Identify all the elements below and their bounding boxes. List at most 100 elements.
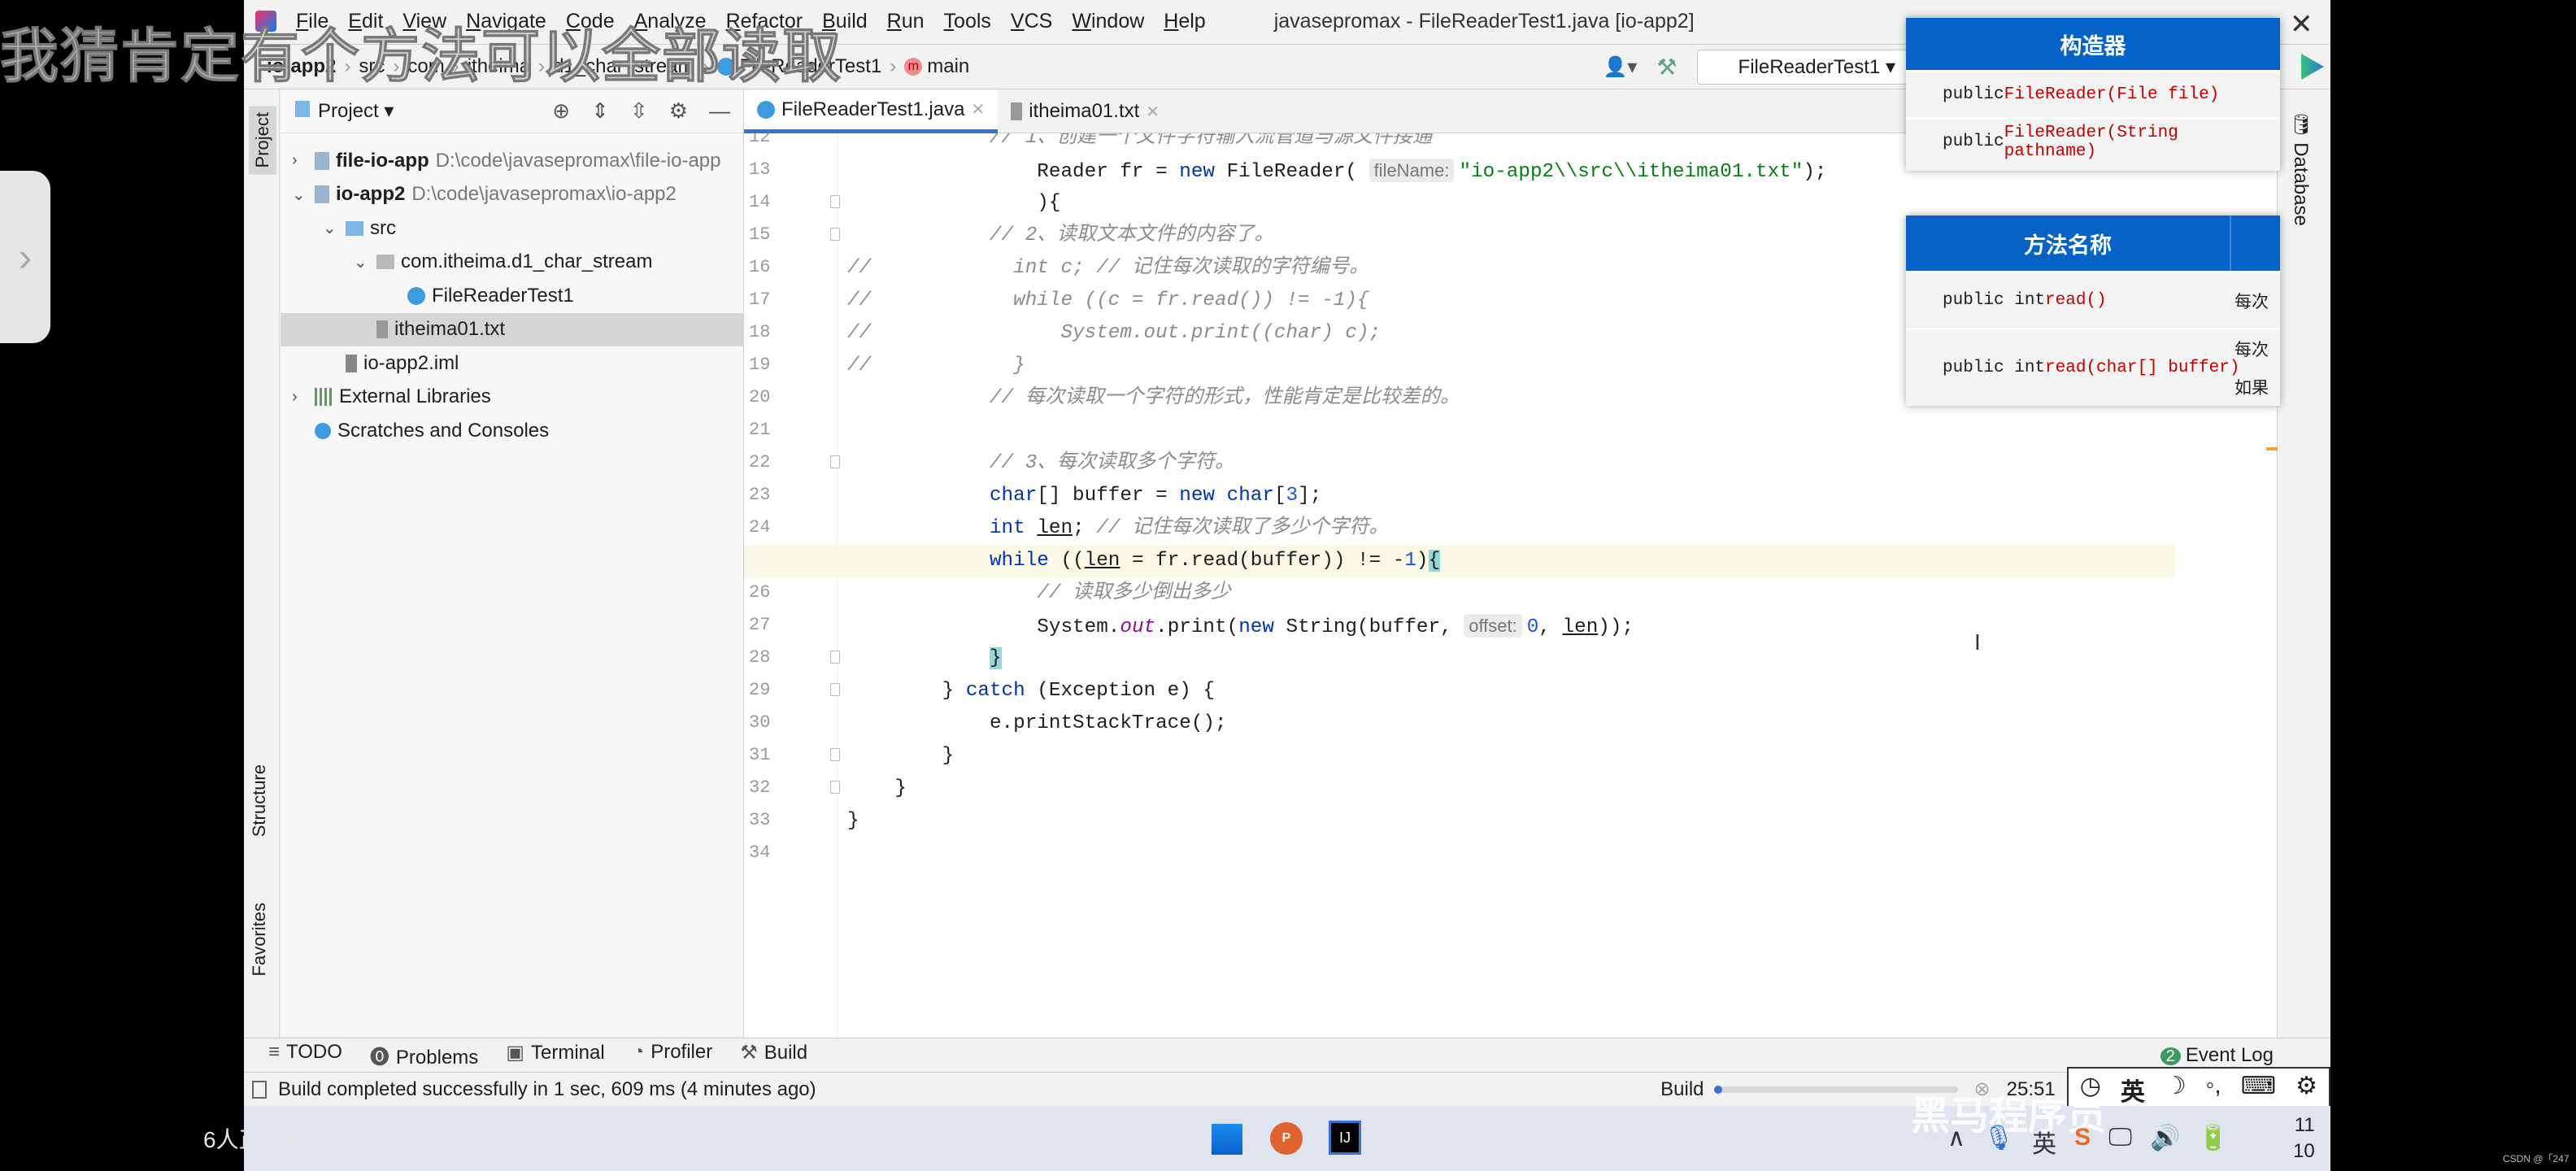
volume-icon[interactable]: 🔊	[2150, 1124, 2180, 1160]
network-icon[interactable]: 🖵	[2108, 1124, 2132, 1160]
code-token: out	[1120, 616, 1156, 638]
line-number: 12	[749, 133, 771, 147]
code-line: }	[847, 642, 2278, 675]
fold-marker-icon[interactable]	[830, 748, 840, 761]
menu-window[interactable]: Window	[1072, 10, 1144, 33]
code-token: = fr.read(buffer)) != -	[1120, 550, 1405, 572]
expand-all-icon[interactable]: ⇕	[591, 98, 609, 124]
tree-item[interactable]: ⌄ src	[281, 211, 744, 245]
code-token: catch	[965, 680, 1025, 702]
tree-item-label: Scratches and Consoles	[337, 419, 550, 442]
clock[interactable]: 11 10	[2293, 1112, 2315, 1164]
tree-item[interactable]: ⌄ io-app2 D:\code\javasepromax\io-app2	[281, 178, 744, 211]
favorites-side-tab[interactable]: Favorites	[249, 903, 270, 976]
tray-ime[interactable]: 英	[2032, 1124, 2056, 1160]
window-title: javasepromax - FileReaderTest1.java [io-…	[1273, 9, 1695, 33]
close-tab-icon[interactable]: ✕	[1146, 102, 1160, 122]
line-number: 28	[749, 647, 771, 668]
moon-icon[interactable]: ☽	[2165, 1072, 2187, 1108]
close-icon[interactable]: ✕	[2290, 8, 2313, 41]
ime-language-toggle[interactable]: 英	[2121, 1072, 2145, 1108]
code-token: // }	[847, 355, 1025, 377]
chevron-down-icon[interactable]: ⌄	[354, 252, 368, 272]
fold-marker-icon[interactable]	[830, 455, 840, 468]
hide-icon[interactable]: —	[709, 98, 730, 124]
run-config-dropdown[interactable]: FileReaderTest1 ▾	[1696, 49, 1908, 85]
chevron-down-icon[interactable]: ⌄	[323, 218, 337, 238]
code-token: len	[1037, 517, 1073, 539]
line-number: 33	[749, 810, 771, 830]
fold-marker-icon[interactable]	[830, 651, 840, 664]
code-token: "io-app2\\src\\itheima01.txt"	[1459, 161, 1804, 183]
code-token: }	[847, 680, 966, 702]
build-hammer-icon[interactable]: ⚒	[1656, 54, 1677, 81]
locate-icon[interactable]: ⊕	[552, 98, 570, 124]
fold-marker-icon[interactable]	[830, 683, 840, 696]
code-token: ));	[1598, 616, 1634, 638]
structure-side-tab[interactable]: Structure	[249, 764, 270, 837]
project-panel-header: Project ▾ ⊕ ⇕ ⇳ ⚙ —	[281, 89, 743, 133]
tree-item[interactable]: Scratches and Consoles	[281, 414, 744, 447]
microphone-icon[interactable]: 🎙	[1983, 1124, 2014, 1160]
fold-marker-icon[interactable]	[830, 781, 840, 794]
fold-marker-icon[interactable]	[830, 195, 840, 208]
menu-help[interactable]: Help	[1164, 10, 1205, 33]
signature: FileReader(String pathname)	[2004, 123, 2178, 161]
project-view-dropdown[interactable]: Project ▾	[295, 99, 394, 123]
menu-vcs[interactable]: VCS	[1011, 10, 1052, 33]
keyboard-icon[interactable]: ⌨	[2241, 1072, 2276, 1108]
punctuation-icon[interactable]: ◦,	[2206, 1072, 2221, 1108]
code-line: }	[847, 740, 2278, 773]
side-expand-button[interactable]: ›	[0, 171, 50, 343]
line-number: 27	[749, 615, 771, 635]
project-panel: Project ▾ ⊕ ⇕ ⇳ ⚙ — › file-io-app D:\code\…	[281, 89, 744, 1038]
method-description: 每次 如果	[2234, 330, 2280, 406]
powerpoint-icon[interactable]: P	[1270, 1122, 1303, 1155]
code-token: .print(	[1155, 616, 1239, 638]
tree-item[interactable]: ⌄ com.itheima.d1_char_stream	[281, 246, 744, 279]
code-line: char[] buffer = new char[3];	[847, 480, 2278, 512]
user-icon[interactable]: 👤▾	[1603, 55, 1637, 79]
ime-settings-icon[interactable]: ⚙	[2295, 1072, 2317, 1108]
tree-item-path: D:\code\javasepromax\io-app2	[411, 183, 677, 205]
tree-item[interactable]: FileReaderTest1	[281, 279, 744, 312]
fold-marker-icon[interactable]	[830, 228, 840, 241]
tree-item[interactable]: io-app2.iml	[281, 346, 744, 380]
tab-filereadertest1-java[interactable]: FileReaderTest1.java ✕	[744, 89, 999, 133]
code-token: // 1、创建一个文件字符输入流管道与源文件接通	[989, 133, 1433, 149]
tray-expand-icon[interactable]: ∧	[1947, 1124, 1965, 1160]
tool-profiler[interactable]: ◔ Profiler	[633, 1041, 713, 1069]
line-number: 18	[749, 322, 771, 342]
code-token: // 读取多少倒出多少	[1037, 582, 1231, 604]
chevron-right-icon[interactable]: ›	[292, 151, 307, 170]
menu-tools[interactable]: Tools	[944, 10, 991, 33]
tool-todo[interactable]: ≡ TODO	[268, 1041, 342, 1069]
tool-build[interactable]: ⚒ Build	[740, 1041, 807, 1069]
code-token: int	[989, 517, 1025, 539]
chevron-right-icon[interactable]: ›	[292, 388, 307, 407]
code-token: String(buffer,	[1273, 616, 1464, 638]
line-number: 21	[749, 420, 771, 440]
tab-itheima01-txt[interactable]: itheima01.txt ✕	[998, 89, 1173, 133]
project-side-tab[interactable]: Project	[249, 106, 276, 175]
settings-gear-icon[interactable]: ⚙	[669, 98, 688, 124]
tool-problems[interactable]: ⓿ Problems	[370, 1041, 478, 1069]
windows-start-icon[interactable]	[1212, 1124, 1242, 1155]
code-token: ];	[1298, 485, 1322, 507]
close-tab-icon[interactable]: ✕	[971, 99, 985, 120]
breadcrumb-item[interactable]: main	[927, 55, 969, 78]
status-message[interactable]: Build completed successfully in 1 sec, 6…	[278, 1078, 816, 1101]
tree-item[interactable]: › file-io-app D:\code\javasepromax\file-io…	[281, 144, 744, 177]
chevron-down-icon[interactable]: ⌄	[292, 185, 307, 205]
collapse-all-icon[interactable]: ⇳	[630, 98, 648, 124]
intellij-taskbar-icon[interactable]: IJ	[1329, 1121, 1361, 1155]
battery-icon[interactable]: 🔋	[2198, 1124, 2228, 1160]
tree-item[interactable]: › External Libraries	[281, 381, 744, 414]
menu-run[interactable]: Run	[887, 10, 925, 33]
database-side-tab[interactable]: 🛢 Database	[2289, 112, 2312, 226]
tree-item[interactable]: itheima01.txt	[281, 312, 744, 346]
sogou-icon[interactable]: S	[2074, 1124, 2091, 1160]
event-log-button[interactable]: 2 Event Log	[2160, 1044, 2274, 1067]
tool-terminal[interactable]: ▣ Terminal	[506, 1041, 604, 1069]
